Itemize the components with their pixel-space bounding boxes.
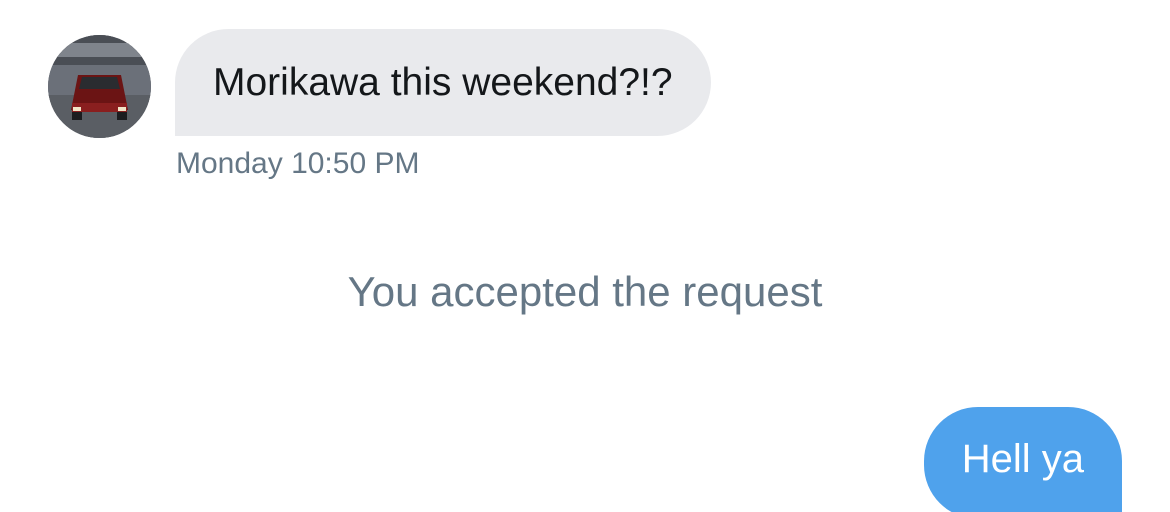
sender-avatar[interactable]	[48, 35, 151, 138]
outgoing-message-bubble[interactable]: Hell ya	[923, 407, 1122, 512]
outgoing-message-text: Hell ya	[961, 437, 1084, 481]
message-timestamp: Monday 10:50 PM	[176, 147, 420, 180]
car-photo-icon	[48, 35, 151, 138]
incoming-message-text: Morikawa this weekend?!?	[213, 60, 673, 104]
request-accepted-notice: You accepted the request	[347, 268, 823, 315]
message-thread: Morikawa this weekend?!? Monday 10:50 PM…	[0, 0, 1170, 512]
incoming-message-bubble[interactable]: Morikawa this weekend?!?	[175, 29, 711, 136]
